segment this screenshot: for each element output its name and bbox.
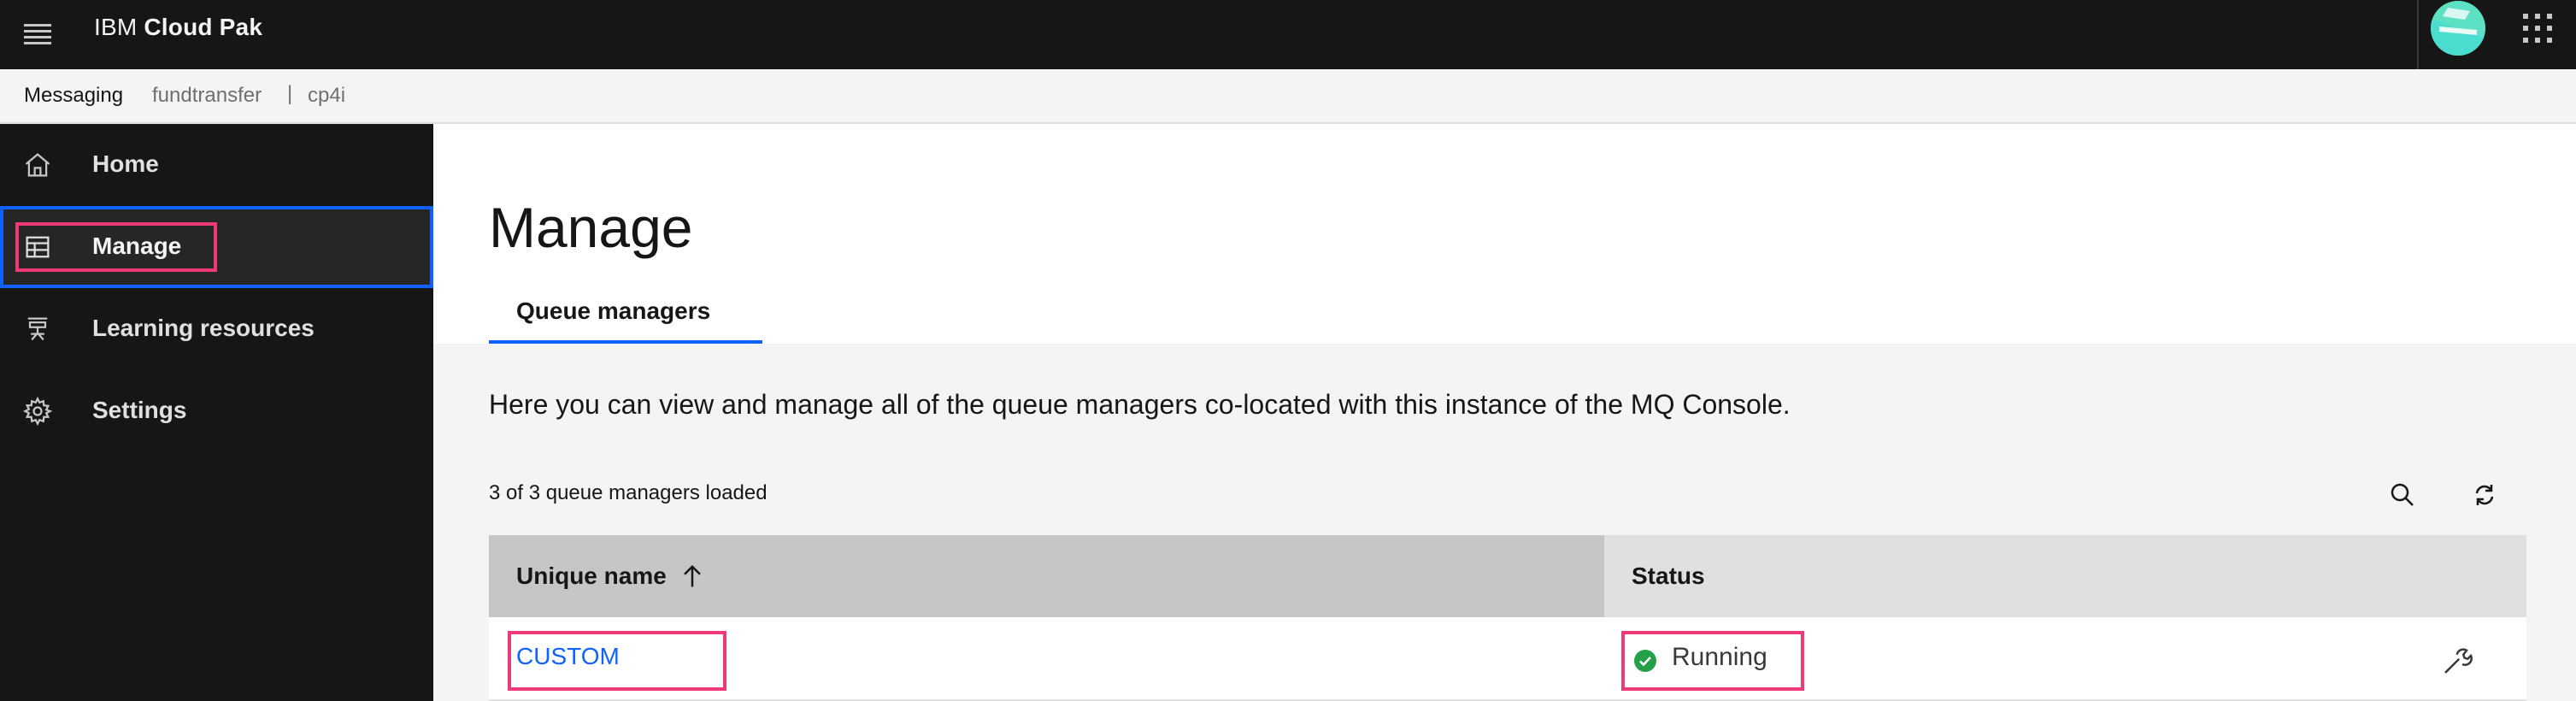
sidebar-item-label: Learning resources [92, 315, 315, 341]
learning-icon [22, 314, 53, 345]
loaded-count: 3 of 3 queue managers loaded [489, 481, 768, 504]
breadcrumb-separator: | [287, 82, 293, 105]
wrench-icon[interactable] [2441, 643, 2475, 677]
sidebar-item-settings[interactable]: Settings [0, 370, 433, 452]
brand-prefix: IBM [94, 14, 138, 40]
header-divider [2417, 0, 2419, 69]
home-icon [22, 150, 53, 180]
sort-ascending-icon[interactable] [677, 561, 708, 592]
namespace-name: cp4i [308, 84, 346, 107]
page-description: Here you can view and manage all of the … [489, 389, 1791, 420]
sidebar-item-manage[interactable]: Manage [0, 206, 433, 288]
tab-label: Queue managers [516, 297, 711, 324]
top-header: IBM Cloud Pak [0, 0, 2576, 69]
highlight-box [15, 222, 217, 272]
refresh-icon [2475, 485, 2494, 505]
sidebar-item-label: Settings [92, 397, 187, 423]
product-name: Messaging [24, 84, 124, 107]
gear-icon [22, 396, 53, 427]
brand-name: Cloud Pak [144, 14, 263, 40]
sidebar-item-home[interactable]: Home [0, 124, 433, 206]
page-title: Manage [489, 196, 693, 259]
table-row: CUSTOM Running [489, 617, 2526, 701]
avatar-icon [2431, 1, 2485, 56]
column-label: Unique name [516, 563, 667, 589]
search-icon [2391, 483, 2414, 506]
search-button[interactable] [2381, 474, 2424, 516]
tab-queue-managers[interactable]: Queue managers [489, 291, 762, 344]
sidebar-item-label: Home [92, 150, 159, 177]
refresh-button[interactable] [2463, 474, 2506, 516]
instance-name: fundtransfer [152, 84, 262, 107]
avatar[interactable] [2431, 1, 2485, 56]
sidebar-item-learning-resources[interactable]: Learning resources [0, 288, 433, 370]
column-header-unique-name[interactable]: Unique name [489, 535, 1604, 617]
table-header: Unique name Status [489, 535, 2526, 617]
breadcrumb: Messaging fundtransfer | cp4i [0, 69, 2576, 124]
highlight-box [1621, 631, 1804, 691]
column-label: Status [1632, 563, 1705, 589]
hamburger-menu-icon[interactable] [19, 17, 56, 51]
app-switcher-icon[interactable] [2523, 14, 2554, 44]
sidebar: Home Manage Learning resources Settings [0, 124, 433, 701]
brand-title[interactable]: IBM Cloud Pak [94, 14, 262, 41]
highlight-box [508, 631, 726, 691]
